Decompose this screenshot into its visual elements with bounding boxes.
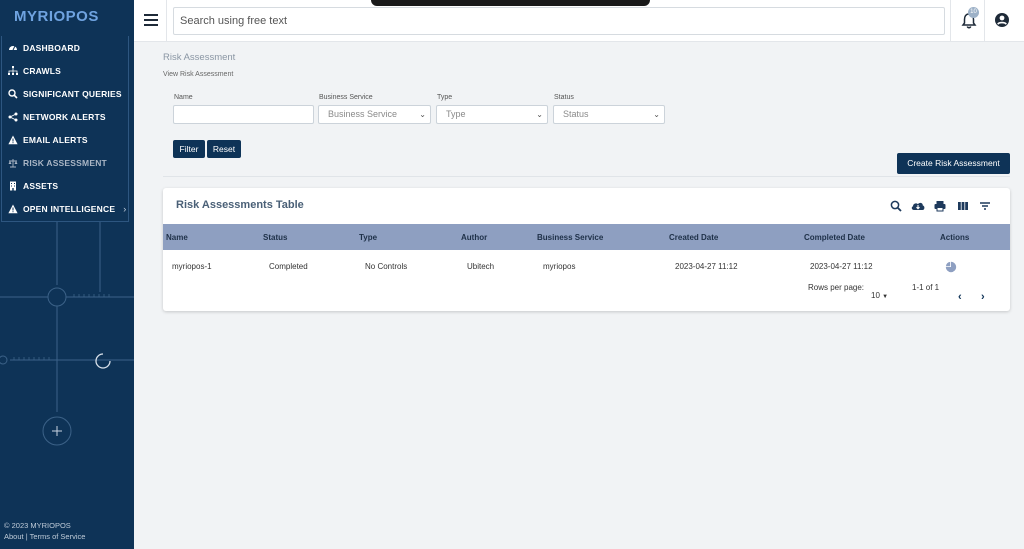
share-icon: [7, 111, 19, 123]
column-header[interactable]: Completed Date: [804, 233, 865, 242]
search-input[interactable]: [173, 7, 945, 35]
sidebar-item-label: RISK ASSESSMENT: [23, 157, 107, 168]
cell-completed-date: 2023-04-27 11:12: [810, 262, 873, 271]
gauge-icon: [7, 42, 19, 54]
chevron-down-icon: ⌄: [653, 110, 660, 119]
chevron-right-icon: ›: [123, 203, 127, 214]
pagination-range: 1-1 of 1: [912, 283, 940, 292]
building-icon: [7, 180, 19, 192]
sidebar-item-label: OPEN INTELLIGENCE: [23, 203, 116, 214]
copyright-text: © 2023 MYRIOPOS: [4, 521, 71, 530]
sidebar-item-label: ASSETS: [23, 180, 59, 191]
sidebar-item-risk-assessment[interactable]: RISK ASSESSMENT: [2, 151, 128, 174]
view-columns-icon[interactable]: [956, 199, 970, 213]
sidebar: MYRIOPOS DASHBOARD CRAWLS SIGNIFICANT QU…: [0, 0, 134, 549]
warning-icon: [7, 203, 19, 215]
sidebar-item-email-alerts[interactable]: EMAIL ALERTS: [2, 128, 128, 151]
type-select[interactable]: Type ⌄: [436, 105, 548, 124]
sidebar-item-crawls[interactable]: CRAWLS: [2, 59, 128, 82]
sidebar-item-dashboard[interactable]: DASHBOARD: [2, 36, 128, 59]
scale-icon: [7, 157, 19, 169]
column-header[interactable]: Business Service: [537, 233, 603, 242]
status-select[interactable]: Status ⌄: [553, 105, 665, 124]
sidebar-item-label: DASHBOARD: [23, 42, 81, 53]
pie-chart-icon[interactable]: [945, 260, 957, 273]
notification-badge: 10: [968, 7, 979, 18]
column-header: Actions: [940, 233, 970, 242]
top-bar: 10: [134, 0, 1024, 42]
chevron-right-icon[interactable]: ›: [981, 291, 985, 303]
warning-icon: [7, 134, 19, 146]
table-header: Name Status Type Author Business Service…: [163, 224, 1010, 250]
create-risk-assessment-button[interactable]: Create Risk Assessment: [897, 153, 1010, 174]
rows-per-page-label: Rows per page:: [808, 283, 865, 292]
sidebar-item-label: CRAWLS: [23, 65, 62, 76]
chevron-down-icon: ⌄: [419, 110, 426, 119]
column-header[interactable]: Name: [166, 233, 188, 242]
column-header[interactable]: Created Date: [669, 233, 718, 242]
divider: [166, 0, 167, 42]
reset-button[interactable]: Reset: [207, 140, 241, 158]
business-service-select-value: Business Service: [328, 109, 398, 119]
sidebar-footer: © 2023 MYRIOPOS About | Terms of Service: [4, 520, 85, 542]
decorative-circuit-graphic: [0, 222, 134, 446]
cell-name: myriopos-1: [172, 262, 212, 271]
divider: [950, 0, 951, 42]
rows-per-page-value: 10: [871, 291, 880, 300]
name-filter-label: Name: [174, 94, 193, 101]
column-header[interactable]: Type: [359, 233, 377, 242]
divider: [163, 176, 1010, 177]
column-header[interactable]: Author: [461, 233, 487, 242]
sidebar-item-label: SIGNIFICANT QUERIES: [23, 88, 122, 99]
table-title: Risk Assessments Table: [176, 199, 304, 211]
search-icon[interactable]: [889, 199, 903, 213]
sidebar-item-assets[interactable]: ASSETS: [2, 174, 128, 197]
type-filter-label: Type: [437, 94, 453, 101]
divider: [984, 0, 985, 42]
print-icon[interactable]: [933, 199, 947, 213]
chevron-down-icon: ⌄: [536, 110, 543, 119]
sidebar-menu: DASHBOARD CRAWLS SIGNIFICANT QUERIES NET…: [1, 36, 129, 222]
hamburger-menu-icon[interactable]: [144, 14, 158, 28]
sidebar-item-significant-queries[interactable]: SIGNIFICANT QUERIES: [2, 82, 128, 105]
about-link[interactable]: About: [4, 532, 24, 541]
name-filter-input[interactable]: [173, 105, 314, 124]
window-tab-overlay: [371, 0, 650, 6]
sidebar-item-label: NETWORK ALERTS: [23, 111, 106, 122]
filter-button[interactable]: Filter: [173, 140, 205, 158]
status-filter-label: Status: [554, 94, 574, 101]
business-service-select[interactable]: Business Service ⌄: [318, 105, 431, 124]
sidebar-item-network-alerts[interactable]: NETWORK ALERTS: [2, 105, 128, 128]
cell-type: No Controls: [365, 262, 408, 271]
page-title: Risk Assessment: [163, 52, 236, 63]
cell-created-date: 2023-04-27 11:12: [675, 262, 738, 271]
breadcrumb: View Risk Assessment: [163, 71, 234, 78]
cell-business-service: myriopos: [543, 262, 576, 271]
sitemap-icon: [7, 65, 19, 77]
business-service-filter-label: Business Service: [319, 94, 373, 101]
cell-status: Completed: [269, 262, 308, 271]
rows-per-page-select[interactable]: 10 ▼: [871, 291, 888, 300]
terms-link[interactable]: Terms of Service: [30, 532, 86, 541]
chevron-left-icon[interactable]: ‹: [958, 291, 962, 303]
search-icon: [7, 88, 19, 100]
sidebar-item-open-intelligence[interactable]: OPEN INTELLIGENCE ›: [2, 197, 128, 220]
risk-assessments-table-card: Risk Assessments Table Name Status Type …: [163, 188, 1010, 311]
sidebar-item-label: EMAIL ALERTS: [23, 134, 88, 145]
cloud-download-icon[interactable]: [910, 199, 925, 213]
app-logo[interactable]: MYRIOPOS: [14, 8, 118, 28]
caret-down-icon: ▼: [882, 294, 889, 300]
type-select-value: Type: [446, 109, 466, 119]
filter-list-icon[interactable]: [978, 199, 992, 213]
status-select-value: Status: [563, 109, 589, 119]
user-account-icon[interactable]: [993, 11, 1011, 29]
cell-author: Ubitech: [467, 262, 495, 271]
column-header[interactable]: Status: [263, 233, 287, 242]
